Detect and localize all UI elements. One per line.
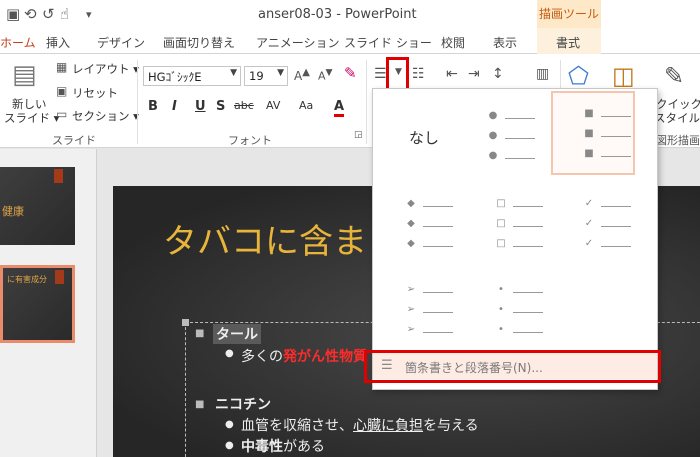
font-color-button[interactable]: A: [334, 99, 345, 117]
line-spacing-icon[interactable]: ↕: [492, 66, 504, 82]
slide-thumbnail-1[interactable]: 健康: [0, 167, 75, 245]
quick-style-dropdown[interactable]: スタイル ▾: [654, 110, 700, 126]
grow-font-icon[interactable]: A▲: [294, 67, 310, 83]
slide-thumbnail-pane: 健康 に有害成分: [0, 149, 97, 457]
shrink-font-icon[interactable]: A▼: [318, 67, 333, 83]
drawing-tools-context-label: 描画ツール: [537, 0, 601, 28]
item-nicotine-sub2[interactable]: 中毒性がある: [241, 436, 325, 456]
bullet-style-small-dot[interactable]: • • •: [481, 271, 565, 355]
tab-transitions[interactable]: 画面切り替え: [163, 34, 235, 51]
shadow-button[interactable]: S: [216, 99, 225, 114]
bullet-style-filled-square[interactable]: ■ ■ ■: [551, 91, 635, 175]
bullet-style-checkmark[interactable]: ✓ ✓ ✓: [569, 183, 653, 267]
shapes-icon[interactable]: ⬠: [568, 62, 589, 90]
clear-format-icon[interactable]: ✎: [344, 64, 357, 82]
touch-mode-icon[interactable]: ☝: [60, 5, 69, 23]
char-spacing-button[interactable]: AV: [266, 99, 280, 112]
tab-insert[interactable]: 挿入: [46, 34, 70, 51]
customize-qa-icon[interactable]: ▾: [86, 8, 92, 21]
window-title: anser08-03 - PowerPoint: [258, 7, 417, 22]
font-name-combo[interactable]: HGｺﾞｼｯｸE ▼: [143, 66, 241, 86]
tab-design[interactable]: デザイン: [97, 34, 145, 51]
bullets-icon[interactable]: ☰: [374, 66, 387, 82]
bullet-style-filled-circle[interactable]: ● ● ●: [473, 93, 557, 177]
numbering-icon[interactable]: ☷: [412, 66, 425, 82]
section-icon: ▭: [56, 107, 68, 121]
underline-button[interactable]: U: [195, 99, 206, 114]
save-icon[interactable]: ▣: [6, 5, 20, 23]
decrease-indent-icon[interactable]: ⇤: [446, 66, 458, 82]
bullet-style-none[interactable]: なし: [381, 93, 465, 177]
tab-format[interactable]: 書式: [556, 34, 580, 51]
italic-button[interactable]: I: [172, 99, 177, 114]
reset-button[interactable]: リセット: [72, 85, 118, 101]
quick-style-icon[interactable]: ✎: [664, 62, 684, 90]
slide-title[interactable]: タバコに含ま: [163, 214, 367, 263]
new-slide-icon[interactable]: ▤: [12, 60, 37, 90]
bullet-dot-icon: ●: [225, 440, 234, 451]
bold-button[interactable]: B: [148, 99, 158, 114]
title-bar: ▣ ⟲ ↺ ☝ ▾ anser08-03 - PowerPoint 描画ツール: [0, 0, 700, 28]
bullet-style-arrow[interactable]: ➢ ➢ ➢: [391, 271, 475, 355]
reset-icon: ▣: [56, 84, 68, 98]
undo-icon[interactable]: ⟲: [24, 5, 37, 23]
bullet-square-icon: ■: [195, 328, 205, 339]
chevron-down-icon: ▼: [277, 68, 284, 78]
strikethrough-button[interactable]: abc: [234, 99, 254, 112]
item-tar-sub[interactable]: 多くの発がん性物質: [241, 346, 367, 366]
font-group-label: フォント: [228, 134, 272, 147]
bullet-dot-icon: ●: [225, 419, 234, 430]
section-button[interactable]: セクション ▾: [72, 108, 139, 124]
bullets-and-numbering-menu-item[interactable]: ☰ 箇条書きと段落番号(N)...: [373, 353, 657, 379]
ribbon-tabs: ホーム 挿入 デザイン 画面切り替え アニメーション スライド ショー 校閲 表…: [0, 28, 700, 54]
redo-icon[interactable]: ↺: [42, 5, 55, 23]
tab-home[interactable]: ホーム: [0, 34, 36, 51]
slides-group-label: スライド: [52, 134, 96, 147]
bullets-list-icon: ☰: [381, 358, 393, 373]
new-slide-dropdown[interactable]: スライド ▾: [4, 110, 59, 126]
item-nicotine-sub1[interactable]: 血管を収縮させ、心臓に負担を与える: [241, 415, 479, 435]
layout-button[interactable]: レイアウト ▾: [72, 61, 139, 77]
tab-view[interactable]: 表示: [493, 34, 517, 51]
drawing-group-label: 図形描画: [656, 134, 700, 147]
increase-indent-icon[interactable]: ⇥: [468, 66, 480, 82]
bullet-style-hollow-square[interactable]: □ □ □: [481, 183, 565, 267]
arrange-icon[interactable]: ◫: [612, 62, 635, 90]
resize-handle[interactable]: [182, 319, 189, 326]
tab-animations[interactable]: アニメーション: [256, 34, 340, 51]
tab-review[interactable]: 校閲: [441, 34, 465, 51]
change-case-button[interactable]: Aa: [299, 99, 313, 112]
bullet-dot-icon: ●: [225, 348, 234, 359]
item-tar[interactable]: タール: [213, 324, 261, 344]
bullet-square-icon: ■: [195, 399, 205, 410]
bullet-style-diamond[interactable]: ◆ ◆ ◆: [391, 183, 475, 267]
item-nicotine[interactable]: ニコチン: [215, 394, 271, 414]
columns-icon[interactable]: ▥: [536, 66, 549, 82]
tab-slideshow[interactable]: スライド ショー: [344, 34, 432, 51]
bullets-gallery: なし ● ● ● ■ ■ ■ ◆ ◆ ◆ □ □ □ ✓ ✓ ✓ ➢ ➢ ➢ •…: [372, 88, 658, 390]
chevron-down-icon: ▼: [230, 68, 237, 78]
layout-icon: ▦: [56, 60, 68, 74]
slide-thumbnail-2[interactable]: に有害成分: [0, 265, 75, 343]
dialog-launcher-icon[interactable]: ◲: [354, 130, 363, 140]
font-size-combo[interactable]: 19 ▼: [244, 66, 288, 86]
bullets-dropdown-arrow[interactable]: ▼: [395, 67, 402, 77]
